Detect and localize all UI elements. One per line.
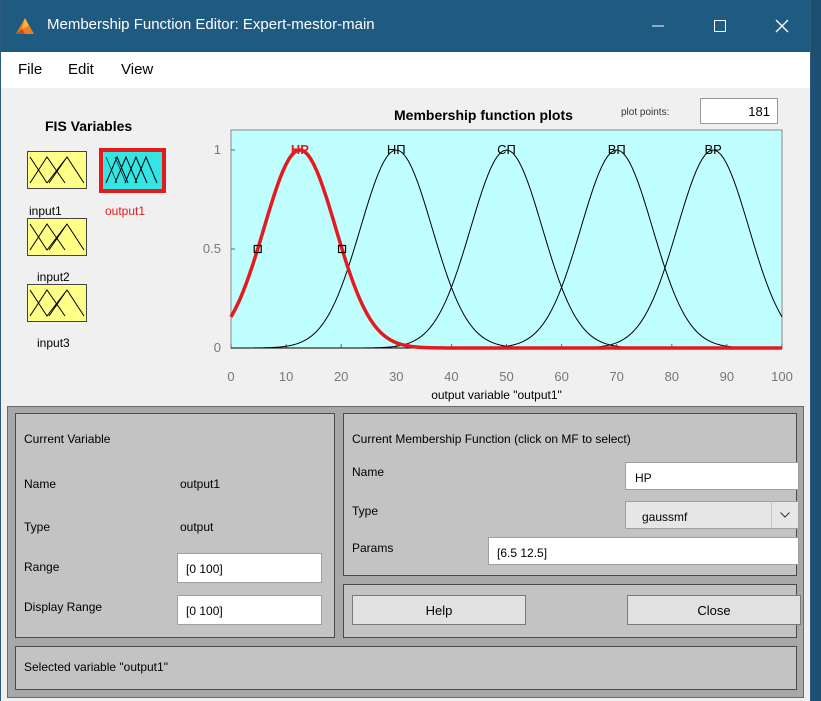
- mf-label: ВП: [608, 142, 626, 157]
- x-tick-label: 100: [771, 369, 793, 384]
- maximize-button[interactable]: [697, 0, 743, 52]
- current-mf-title: Current Membership Function (click on MF…: [352, 432, 631, 446]
- x-tick-label: 90: [720, 369, 734, 384]
- x-tick-label: 40: [444, 369, 458, 384]
- mf-label: HP: [291, 142, 309, 157]
- close-window-button[interactable]: [759, 0, 805, 52]
- display-range-input[interactable]: [0 100]: [177, 595, 322, 625]
- mf-name-label: Name: [352, 465, 385, 479]
- x-tick-label: 70: [609, 369, 623, 384]
- lower-panel: Current Variable Name output1 Type outpu…: [7, 406, 804, 698]
- x-tick-label: 30: [389, 369, 403, 384]
- x-tick-label: 10: [279, 369, 293, 384]
- y-tick-label: 0.5: [203, 241, 221, 256]
- chevron-down-icon: [771, 502, 798, 528]
- title-bar: Membership Function Editor: Expert-mesto…: [1, 0, 810, 52]
- matlab-logo-icon: [16, 18, 34, 34]
- current-mf-panel: Current Membership Function (click on MF…: [343, 413, 799, 576]
- mf-type-select[interactable]: gaussmf: [625, 501, 799, 529]
- status-text: Selected variable "output1": [24, 660, 168, 674]
- x-axis-label: output variable "output1": [431, 388, 562, 402]
- current-variable-panel: Current Variable Name output1 Type outpu…: [15, 413, 335, 638]
- mf-label: НП: [387, 142, 406, 157]
- mf-type-value: gaussmf: [642, 510, 688, 524]
- x-tick-label: 20: [334, 369, 348, 384]
- mf-params-label: Params: [352, 541, 394, 555]
- type-label: Type: [24, 520, 51, 534]
- variable-type-value: output: [180, 520, 214, 534]
- mf-editor-window: Membership Function Editor: Expert-mesto…: [0, 0, 811, 701]
- x-tick-label: 80: [665, 369, 679, 384]
- x-tick-label: 60: [554, 369, 568, 384]
- mf-label: СП: [497, 142, 516, 157]
- variable-name-value: output1: [180, 477, 221, 491]
- buttons-panel: Help Close: [343, 584, 801, 638]
- display-range-label: Display Range: [24, 600, 103, 614]
- mf-type-label: Type: [352, 504, 379, 518]
- help-button[interactable]: Help: [352, 595, 526, 625]
- maximize-icon: [714, 20, 726, 32]
- close-icon: [775, 19, 789, 33]
- membership-function-plot[interactable]: 0 10 20 30 40 50 60 70 80 90 100 0 0.5 1 output variab…: [1, 88, 812, 408]
- name-label: Name: [24, 477, 57, 491]
- menu-file[interactable]: File: [18, 61, 42, 78]
- minimize-icon: [652, 25, 664, 27]
- close-button[interactable]: Close: [627, 595, 801, 625]
- status-panel: Selected variable "output1": [15, 646, 797, 690]
- mf-label: ВР: [704, 142, 721, 157]
- window-title: Membership Function Editor: Expert-mesto…: [47, 16, 375, 33]
- mf-params-input[interactable]: [6.5 12.5]: [488, 537, 799, 565]
- current-variable-title: Current Variable: [24, 432, 111, 446]
- x-tick-label: 0: [227, 369, 234, 384]
- menu-edit[interactable]: Edit: [68, 61, 94, 78]
- menu-view[interactable]: View: [121, 61, 153, 78]
- range-input[interactable]: [0 100]: [177, 553, 322, 583]
- mf-name-input[interactable]: HP: [625, 462, 799, 490]
- range-label: Range: [24, 560, 60, 574]
- x-tick-label: 50: [499, 369, 513, 384]
- menu-bar: File Edit View: [1, 52, 810, 89]
- minimize-button[interactable]: [635, 0, 681, 52]
- y-tick-label: 1: [214, 142, 221, 157]
- editor-content: FIS Variables input1 output1 input2 inpu…: [1, 88, 810, 701]
- y-tick-label: 0: [214, 340, 221, 355]
